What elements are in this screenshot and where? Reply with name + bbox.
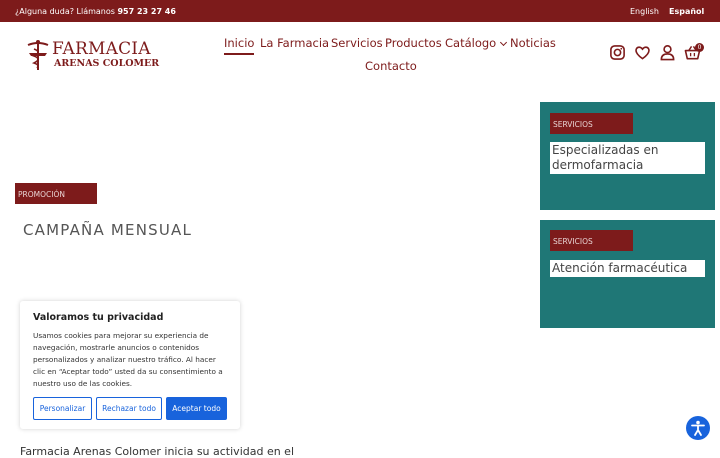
nav-noticias[interactable]: Noticias: [510, 36, 556, 50]
cookie-title: Valoramos tu privacidad: [33, 312, 164, 323]
accept-all-button[interactable]: Aceptar todo: [166, 397, 227, 420]
accessibility-icon: [691, 420, 705, 436]
top-bar: ¿Alguna duda? Llámanos 957 23 27 46 Engl…: [0, 0, 720, 22]
instagram-icon[interactable]: [609, 44, 626, 61]
reject-all-button[interactable]: Rechazar todo: [96, 397, 162, 420]
cart-count-badge: 0: [695, 43, 704, 52]
intro-text: Farmacia Arenas Colomer inicia su activi…: [20, 445, 295, 458]
heart-icon[interactable]: [634, 44, 651, 61]
logo-line-1: FARMACIA: [52, 39, 151, 59]
language-spanish[interactable]: Español: [669, 7, 704, 16]
service-card-dermofarmacia[interactable]: SERVICIOS Especializadas en dermofarmaci…: [540, 102, 715, 210]
promo-tag: PROMOCIÓN: [15, 183, 97, 204]
service-card-atencion[interactable]: SERVICIOS Atención farmacéutica: [540, 220, 715, 328]
logo-line-2: ARENAS COLOMER: [54, 58, 160, 69]
nav-productos[interactable]: Productos: [385, 36, 442, 50]
service-title[interactable]: Atención farmacéutica: [550, 260, 705, 277]
service-tag: SERVICIOS: [550, 230, 633, 251]
customize-button[interactable]: Personalizar: [33, 397, 92, 420]
promo-title[interactable]: CAMPAÑA MENSUAL: [23, 221, 192, 239]
caduceus-icon: [27, 40, 49, 70]
phone-question: ¿Alguna duda? Llámanos: [15, 7, 115, 16]
user-icon[interactable]: [659, 44, 676, 61]
service-tag: SERVICIOS: [550, 113, 633, 134]
nav-la-farmacia[interactable]: La Farmacia: [260, 36, 329, 50]
cookie-body: Usamos cookies para mejorar su experienc…: [33, 331, 223, 388]
nav-catalogo[interactable]: Catálogo: [445, 36, 508, 50]
nav-contacto[interactable]: Contacto: [365, 59, 417, 73]
service-title[interactable]: Especializadas en dermofarmacia: [550, 142, 705, 174]
phone-number[interactable]: 957 23 27 46: [117, 7, 175, 16]
cookie-consent-banner: Valoramos tu privacidad Usamos cookies p…: [20, 301, 240, 429]
nav-catalogo-label: Catálogo: [445, 36, 497, 50]
nav-inicio[interactable]: Inicio: [224, 36, 255, 55]
chevron-down-icon: [500, 38, 508, 47]
contact-phone[interactable]: ¿Alguna duda? Llámanos 957 23 27 46: [15, 7, 176, 16]
language-english[interactable]: English: [630, 7, 659, 16]
site-logo[interactable]: FARMACIA ARENAS COLOMER: [26, 39, 159, 71]
nav-servicios[interactable]: Servicios: [331, 36, 383, 50]
accessibility-button[interactable]: [686, 416, 710, 440]
